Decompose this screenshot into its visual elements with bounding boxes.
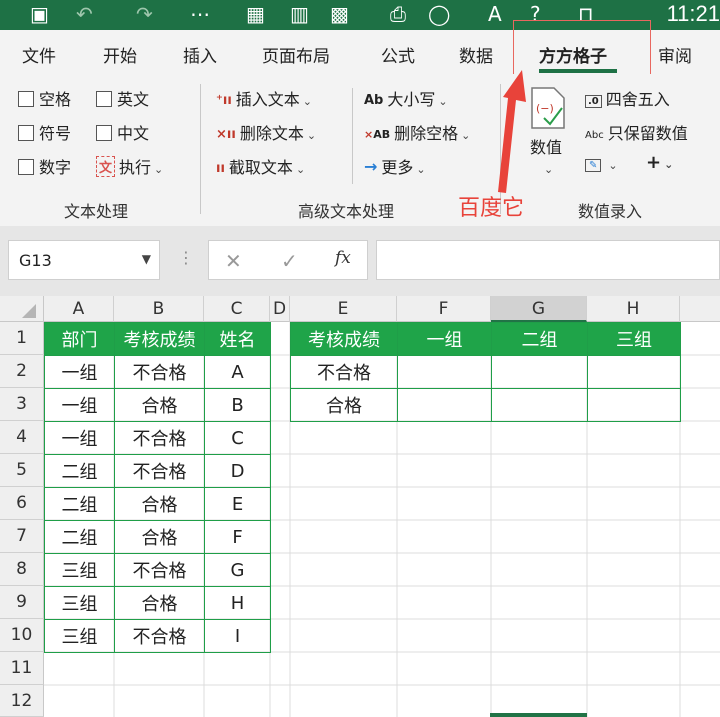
select-all-icon bbox=[22, 304, 36, 318]
column-header-a[interactable]: A bbox=[44, 296, 114, 322]
table1-cell[interactable]: D bbox=[204, 454, 271, 488]
table1-cell[interactable]: G bbox=[204, 553, 271, 587]
cancel-icon[interactable]: ✕ bbox=[225, 249, 242, 273]
formula-buttons: ✕ ✓ fx bbox=[208, 240, 368, 280]
table1-header-cell[interactable]: 考核成绩 bbox=[114, 322, 205, 356]
formula-input[interactable] bbox=[376, 240, 720, 280]
name-box-value: G13 bbox=[19, 251, 52, 270]
table1-cell[interactable]: 一组 bbox=[44, 421, 115, 455]
row-header-11[interactable]: 11 bbox=[0, 652, 44, 685]
table2-header-cell[interactable]: 二组 bbox=[491, 322, 588, 356]
confirm-icon[interactable]: ✓ bbox=[281, 249, 298, 273]
column-header-h[interactable]: H bbox=[587, 296, 680, 322]
table1-cell[interactable]: B bbox=[204, 388, 271, 422]
table2-cell[interactable] bbox=[587, 355, 681, 389]
name-box[interactable]: G13 ▼ bbox=[8, 240, 160, 280]
annotation-arrow bbox=[498, 70, 526, 193]
table1-cell[interactable]: C bbox=[204, 421, 271, 455]
row-header-6[interactable]: 6 bbox=[0, 487, 44, 520]
table1-cell[interactable]: A bbox=[204, 355, 271, 389]
table1-cell[interactable]: 三组 bbox=[44, 586, 115, 620]
insert-function-icon[interactable]: fx bbox=[335, 248, 351, 268]
separator-dots-icon: ⋮ bbox=[178, 248, 194, 267]
row-header-3[interactable]: 3 bbox=[0, 388, 44, 421]
table1-cell[interactable]: 二组 bbox=[44, 487, 115, 521]
table1-cell[interactable]: 二组 bbox=[44, 520, 115, 554]
table2-cell[interactable] bbox=[397, 388, 492, 422]
row-header-9[interactable]: 9 bbox=[0, 586, 44, 619]
table1-header-cell[interactable]: 姓名 bbox=[204, 322, 271, 356]
table1-cell[interactable]: H bbox=[204, 586, 271, 620]
table1-cell[interactable]: 合格 bbox=[114, 586, 205, 620]
row-header-1[interactable]: 1 bbox=[0, 322, 44, 355]
row-header-12[interactable]: 12 bbox=[0, 685, 44, 717]
table1-cell[interactable]: 不合格 bbox=[114, 553, 205, 587]
table1-cell[interactable]: F bbox=[204, 520, 271, 554]
row-header-7[interactable]: 7 bbox=[0, 520, 44, 553]
table2-header-cell[interactable]: 三组 bbox=[587, 322, 681, 356]
column-header-i[interactable] bbox=[680, 296, 720, 322]
table1-cell[interactable]: 不合格 bbox=[114, 454, 205, 488]
column-header-b[interactable]: B bbox=[114, 296, 204, 322]
column-header-c[interactable]: C bbox=[204, 296, 270, 322]
table2-header-cell[interactable]: 一组 bbox=[397, 322, 492, 356]
table1-cell[interactable]: 合格 bbox=[114, 520, 205, 554]
selection-indicator bbox=[490, 713, 587, 717]
table1-cell[interactable]: 不合格 bbox=[114, 355, 205, 389]
table1-cell[interactable]: 一组 bbox=[44, 355, 115, 389]
table1-cell[interactable]: E bbox=[204, 487, 271, 521]
column-header-e[interactable]: E bbox=[290, 296, 397, 322]
table2-header-cell[interactable]: 考核成绩 bbox=[290, 322, 398, 356]
table2-cell[interactable]: 不合格 bbox=[290, 355, 398, 389]
table1-header-cell[interactable]: 部门 bbox=[44, 322, 115, 356]
column-header-g[interactable]: G bbox=[491, 296, 587, 322]
row-header-5[interactable]: 5 bbox=[0, 454, 44, 487]
table2-cell[interactable]: 合格 bbox=[290, 388, 398, 422]
table1-cell[interactable]: 不合格 bbox=[114, 619, 205, 653]
table1-cell[interactable]: I bbox=[204, 619, 271, 653]
table1-cell[interactable]: 一组 bbox=[44, 388, 115, 422]
table2-cell[interactable] bbox=[397, 355, 492, 389]
column-header-d[interactable]: D bbox=[270, 296, 290, 322]
table1-cell[interactable]: 二组 bbox=[44, 454, 115, 488]
row-header-10[interactable]: 10 bbox=[0, 619, 44, 652]
row-header-2[interactable]: 2 bbox=[0, 355, 44, 388]
annotation-text: 百度它 bbox=[458, 196, 525, 221]
table1-cell[interactable]: 不合格 bbox=[114, 421, 205, 455]
table1-cell[interactable]: 三组 bbox=[44, 619, 115, 653]
row-header-4[interactable]: 4 bbox=[0, 421, 44, 454]
table2-cell[interactable] bbox=[491, 388, 588, 422]
table2-cell[interactable] bbox=[491, 355, 588, 389]
table1-cell[interactable]: 三组 bbox=[44, 553, 115, 587]
table2-cell[interactable] bbox=[587, 388, 681, 422]
row-header-8[interactable]: 8 bbox=[0, 553, 44, 586]
table1-cell[interactable]: 合格 bbox=[114, 388, 205, 422]
table1-cell[interactable]: 合格 bbox=[114, 487, 205, 521]
column-header-f[interactable]: F bbox=[397, 296, 491, 322]
dropdown-triangle-icon[interactable]: ▼ bbox=[142, 252, 151, 266]
